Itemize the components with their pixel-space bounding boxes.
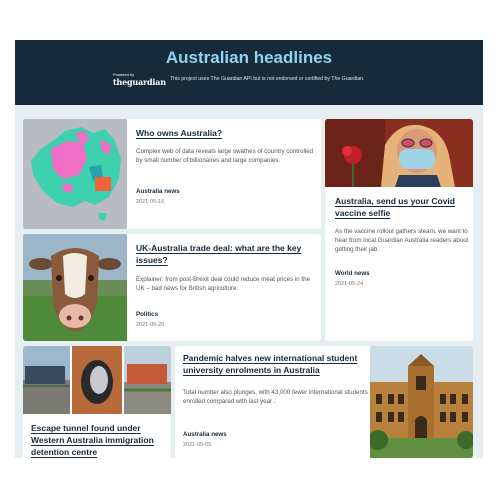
article-description: Complex web of data reveals large swathe… bbox=[136, 148, 314, 164]
article-description: As the vaccine rollout gathers steam, we… bbox=[335, 228, 469, 253]
site-header: Australian headlines Powered by theguard… bbox=[15, 40, 483, 105]
article-card-student-enrolments[interactable]: Pandemic halves new international studen… bbox=[175, 346, 473, 458]
selfie-photo-icon bbox=[325, 119, 473, 187]
australia-map-image[interactable] bbox=[23, 119, 127, 229]
article-date: 2021-05-16 bbox=[136, 199, 165, 205]
article-title[interactable]: UK-Australia trade deal: what are the ke… bbox=[136, 242, 316, 266]
article-card-who-owns-australia[interactable]: Who owns Australia? Complex web of data … bbox=[23, 119, 321, 229]
guardian-brand: theguardian bbox=[113, 77, 166, 87]
masked-woman-image[interactable] bbox=[325, 119, 473, 187]
article-title[interactable]: Escape tunnel found under Western Austra… bbox=[31, 422, 167, 458]
university-building-image[interactable] bbox=[370, 346, 473, 458]
article-description: Total number also plunges, with 43,000 f… bbox=[183, 389, 368, 405]
article-section: Australia news bbox=[183, 431, 227, 438]
page-title: Australian headlines bbox=[165, 48, 333, 67]
app-frame: Australian headlines Powered by theguard… bbox=[15, 40, 483, 458]
article-date: 2021-05-05 bbox=[183, 442, 212, 448]
article-date: 2021-05-20 bbox=[136, 322, 165, 328]
article-title[interactable]: Pandemic halves new international studen… bbox=[183, 352, 367, 376]
article-description: Explainer: from post-Brexit deal could r… bbox=[136, 276, 311, 292]
article-title[interactable]: Australia, send us your Covid vaccine se… bbox=[335, 195, 467, 219]
article-card-escape-tunnel[interactable]: Escape tunnel found under Western Austra… bbox=[23, 346, 171, 458]
article-section: Politics bbox=[136, 311, 159, 318]
article-title[interactable]: Who owns Australia? bbox=[136, 127, 314, 139]
article-section: Australia news bbox=[136, 188, 180, 195]
article-card-trade-deal[interactable]: UK-Australia trade deal: what are the ke… bbox=[23, 234, 321, 341]
map-icon bbox=[23, 119, 127, 229]
api-disclaimer: This project uses The Guardian API but i… bbox=[170, 76, 365, 82]
collage-photo-icon bbox=[23, 346, 171, 414]
building-photo-icon bbox=[370, 346, 473, 458]
cow-photo-icon bbox=[23, 234, 127, 341]
article-date: 2021-05-24 bbox=[335, 281, 364, 287]
article-section: World news bbox=[335, 270, 370, 277]
guardian-logo[interactable]: Powered by theguardian bbox=[113, 72, 166, 87]
cow-image[interactable] bbox=[23, 234, 127, 341]
article-card-vaccine-selfie[interactable]: Australia, send us your Covid vaccine se… bbox=[325, 119, 473, 341]
detention-centre-collage[interactable] bbox=[23, 346, 171, 414]
